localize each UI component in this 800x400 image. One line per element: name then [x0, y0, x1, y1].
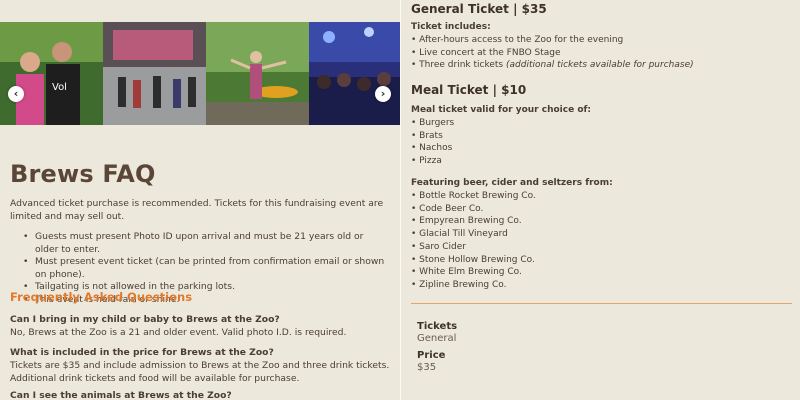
left-panel: Vol ‹ › Brews FAQ Advanced ticket purcha…	[0, 0, 400, 400]
list-item: Pizza	[411, 155, 591, 168]
list-item: Stone Hollow Brewing Co.	[411, 254, 613, 267]
photo-carousel[interactable]: Vol ‹ ›	[0, 22, 400, 125]
faq-item: What is included in the price for Brews …	[10, 346, 390, 385]
list-item-note: (additional tickets available for purcha…	[506, 60, 694, 71]
faq-item: Can I bring in my child or baby to Brews…	[10, 313, 390, 339]
carousel-prev-button[interactable]: ‹	[8, 86, 24, 102]
list-item: Nachos	[411, 142, 591, 155]
general-ticket-includes: Ticket includes: After-hours access to t…	[411, 22, 694, 72]
brewery-list: Bottle Rocket Brewing Co. Code Beer Co. …	[411, 190, 613, 292]
list-item: Live concert at the FNBO Stage	[411, 47, 694, 60]
ticket-includes-label: Ticket includes:	[411, 22, 491, 32]
list-item: Burgers	[411, 117, 591, 130]
meal-ticket-section: Meal Ticket | $10	[411, 83, 526, 97]
photo-couple: Vol	[0, 22, 103, 125]
list-item: Code Beer Co.	[411, 203, 613, 216]
meal-list: Burgers Brats Nachos Pizza	[411, 117, 591, 168]
list-item: Empyrean Brewing Co.	[411, 215, 613, 228]
rule-item: Must present event ticket (can be printe…	[23, 256, 385, 281]
general-ticket-heading: General Ticket | $35	[411, 2, 547, 16]
list-item: Bottle Rocket Brewing Co.	[411, 190, 613, 203]
photo-woman-trees	[206, 22, 309, 125]
faq-question: Can I bring in my child or baby to Brews…	[10, 314, 280, 325]
general-ticket-section: General Ticket | $35	[411, 2, 547, 16]
photo-crowd-lights	[309, 22, 400, 125]
price-label: Price	[417, 350, 446, 361]
meal-ticket-heading: Meal Ticket | $10	[411, 83, 527, 97]
list-item: White Elm Brewing Co.	[411, 266, 613, 279]
faq-answer: No, Brews at the Zoo is a 21 and older e…	[10, 327, 347, 338]
tickets-value: General	[417, 333, 457, 344]
featuring-section: Featuring beer, cider and seltzers from:…	[411, 178, 613, 292]
photo-concert-stage	[103, 22, 206, 125]
list-item: Three drink tickets (additional tickets …	[411, 59, 694, 72]
featuring-label: Featuring beer, cider and seltzers from:	[411, 178, 613, 188]
page-title: Brews FAQ	[10, 160, 156, 188]
faq-item: Can I see the animals at Brews at the Zo…	[10, 389, 390, 400]
faq-heading: Frequently Asked Questions	[10, 290, 193, 304]
intro-text: Advanced ticket purchase is recommended.…	[10, 198, 384, 222]
list-item: Saro Cider	[411, 241, 613, 254]
meal-valid-label: Meal ticket valid for your choice of:	[411, 105, 592, 115]
list-item: Brats	[411, 130, 591, 143]
column-divider	[400, 0, 401, 400]
list-item: Zipline Brewing Co.	[411, 279, 613, 292]
right-panel: General Ticket | $35 Ticket includes: Af…	[402, 0, 800, 400]
carousel-next-button[interactable]: ›	[375, 86, 391, 102]
list-item: Glacial Till Vineyard	[411, 228, 613, 241]
faq-answer: Tickets are $35 and include admission to…	[10, 360, 390, 384]
price-value: $35	[417, 362, 437, 373]
faq-question: Can I see the animals at Brews at the Zo…	[10, 390, 232, 400]
rule-item: Guests must present Photo ID upon arriva…	[23, 231, 385, 256]
general-ticket-list: After-hours access to the Zoo for the ev…	[411, 34, 694, 72]
meal-ticket-details: Meal ticket valid for your choice of: Bu…	[411, 105, 591, 168]
tickets-summary: Tickets General Price $35	[417, 321, 457, 373]
svg-text:Vol: Vol	[52, 82, 67, 93]
section-divider	[411, 303, 792, 304]
faq-question: What is included in the price for Brews …	[10, 347, 274, 358]
list-item-text: Three drink tickets	[419, 60, 506, 71]
list-item: After-hours access to the Zoo for the ev…	[411, 34, 694, 47]
tickets-label: Tickets	[417, 321, 458, 332]
